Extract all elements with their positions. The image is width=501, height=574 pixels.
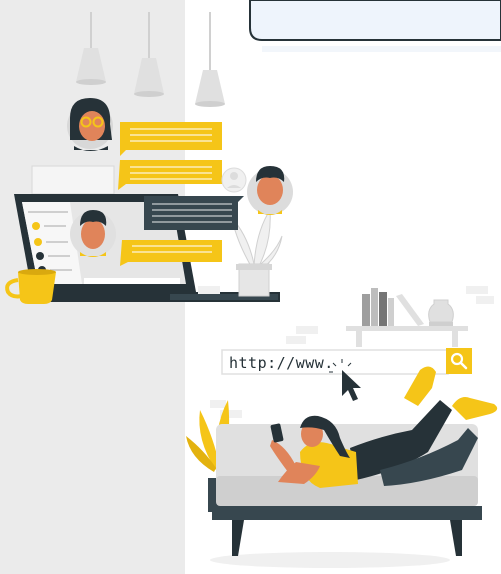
top-card	[249, 0, 501, 52]
avatar	[221, 167, 247, 193]
vase-icon	[428, 299, 454, 326]
shelf	[346, 326, 468, 347]
search-button[interactable]	[446, 348, 472, 374]
lamp-icon	[195, 12, 225, 107]
illustration: http://www.	[0, 0, 501, 574]
chat-bubble	[144, 196, 244, 230]
url-text: http://www.	[229, 354, 334, 372]
avatar	[247, 166, 293, 215]
floor-shadow	[210, 552, 450, 568]
url-search-bar[interactable]: http://www.	[221, 349, 449, 375]
book-icon	[362, 288, 424, 326]
sofa	[212, 424, 482, 556]
plant-icon	[231, 208, 283, 297]
